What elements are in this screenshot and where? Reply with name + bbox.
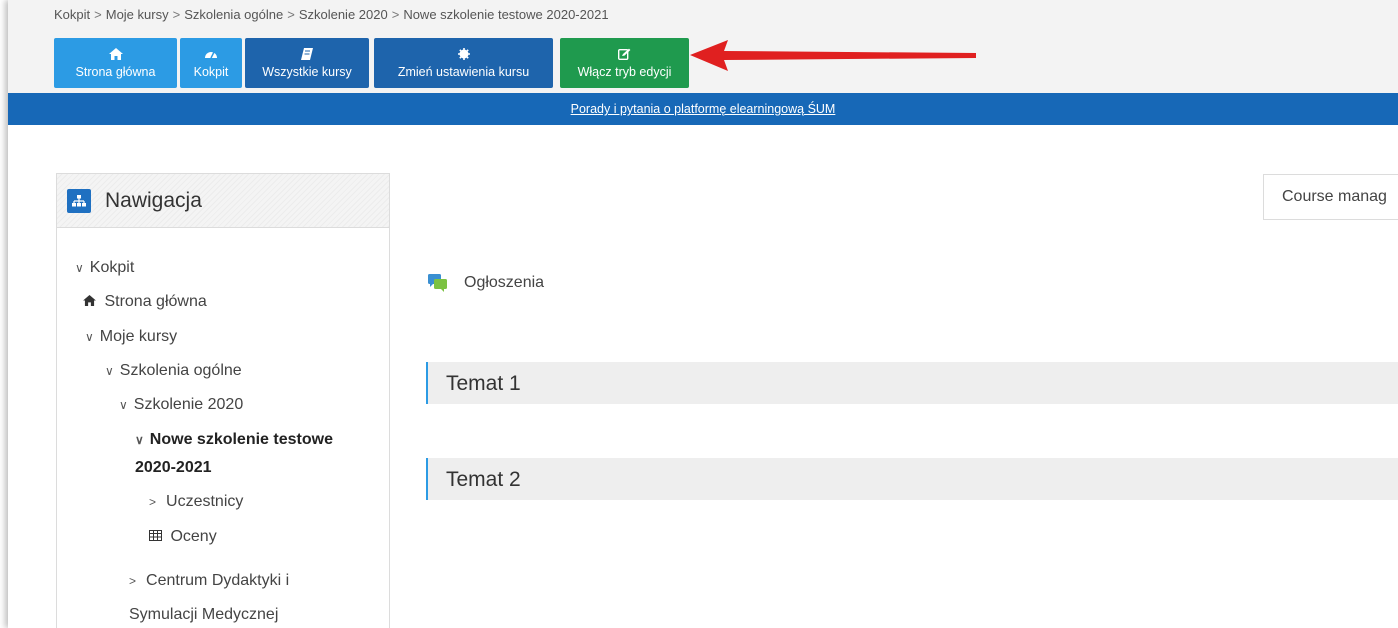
book-icon (301, 48, 313, 60)
section-topic-2: Temat 2 (426, 458, 1398, 500)
breadcrumb-item[interactable]: Nowe szkolenie testowe 2020-2021 (403, 8, 608, 22)
nav-item-label: 2020-2021 (135, 459, 212, 476)
announcements-label: Ogłoszenia (464, 274, 545, 291)
dashboard-button[interactable]: Kokpit (180, 38, 242, 88)
nav-item-label: Uczestnicy (166, 493, 244, 510)
navigation-header: Nawigacja (57, 174, 389, 228)
course-settings-button[interactable]: Zmień ustawienia kursu (374, 38, 553, 88)
nav-item-my-courses[interactable]: ∨ Moje kursy (85, 327, 177, 347)
banner-link[interactable]: Porady i pytania o platformę elearningow… (571, 102, 836, 116)
section-topic-1: Temat 1 (426, 362, 1398, 404)
home-icon (108, 48, 123, 60)
nav-item-training-2020[interactable]: ∨ Szkolenie 2020 (119, 395, 243, 415)
nav-item-label: Kokpit (89, 259, 135, 276)
breadcrumb-item[interactable]: Szkolenia ogólne (184, 8, 283, 22)
home-icon (83, 293, 100, 310)
section-title: Temat 1 (446, 372, 521, 395)
dashboard-button-label: Kokpit (193, 65, 229, 79)
nav-item-didactics-center[interactable]: > Centrum Dydaktyki i (129, 571, 289, 591)
top-bar: Kokpit > Moje kursy > Szkolenia ogólne > Szkol… (8, 0, 1398, 93)
nav-item-grades[interactable]: Oceny (149, 527, 217, 547)
nav-item-label: Strona główna (104, 293, 207, 310)
edit-mode-button[interactable]: Włącz tryb edycji (560, 38, 689, 88)
sitemap-icon (67, 188, 91, 213)
nav-item-participants[interactable]: > Uczestnicy (149, 492, 243, 512)
edit-mode-button-label: Włącz tryb edycji (577, 65, 672, 79)
nav-item-home[interactable]: Strona główna (83, 292, 207, 312)
red-arrow-annotation (690, 40, 976, 71)
home-button[interactable]: Strona główna (54, 38, 177, 88)
navigation-block: Nawigacja ∨ Kokpit Strona główna ∨ Moje ku… (56, 173, 390, 628)
chevron-down-icon: ∨ (75, 261, 84, 275)
gear-icon (457, 48, 470, 60)
nav-item-label: Szkolenia ogólne (119, 362, 242, 379)
chevron-right-icon: > (149, 495, 157, 509)
all-courses-button-label: Wszystkie kursy (262, 65, 352, 79)
page-frame: Kokpit > Moje kursy > Szkolenia ogólne > Szkol… (8, 0, 1398, 628)
nav-item-label: Oceny (170, 528, 217, 545)
home-button-label: Strona główna (75, 65, 156, 79)
chevron-down-icon: ∨ (119, 398, 128, 412)
breadcrumb-item[interactable]: Moje kursy (106, 8, 169, 22)
nav-item-current-course[interactable]: ∨ Nowe szkolenie testowe (135, 430, 333, 450)
table-icon (149, 528, 166, 545)
info-banner: Porady i pytania o platformę elearningow… (8, 93, 1398, 125)
chevron-down-icon: ∨ (85, 330, 94, 344)
breadcrumb-item[interactable]: Szkolenie 2020 (299, 8, 388, 22)
breadcrumb-item[interactable]: Kokpit (54, 8, 90, 22)
chevron-down-icon: ∨ (105, 364, 114, 378)
forum-icon (428, 274, 447, 292)
chevron-right-icon: > (129, 574, 137, 588)
section-title: Temat 2 (446, 468, 521, 491)
nav-item-general-trainings[interactable]: ∨ Szkolenia ogólne (105, 361, 242, 381)
dashboard-icon (205, 51, 217, 59)
all-courses-button[interactable]: Wszystkie kursy (245, 38, 369, 88)
nav-item-label: Moje kursy (99, 328, 178, 345)
announcements-link[interactable]: Ogłoszenia (428, 274, 544, 292)
nav-item-current-course-year[interactable]: 2020-2021 (135, 458, 212, 478)
navigation-title: Nawigacja (105, 188, 202, 212)
nav-item-label: Centrum Dydaktyki i (146, 572, 290, 589)
course-management-button[interactable]: Course manag (1263, 174, 1398, 220)
course-settings-button-label: Zmień ustawienia kursu (397, 65, 530, 79)
nav-item-dashboard[interactable]: ∨ Kokpit (75, 258, 134, 278)
chevron-down-icon: ∨ (135, 433, 144, 447)
nav-item-didactics-center-cont[interactable]: Symulacji Medycznej (129, 605, 278, 625)
nav-item-label: Szkolenie 2020 (133, 396, 244, 413)
nav-item-label: Nowe szkolenie testowe (149, 431, 333, 448)
nav-item-label: Symulacji Medycznej (129, 606, 279, 623)
edit-icon (618, 48, 631, 60)
breadcrumb: Kokpit > Moje kursy > Szkolenia ogólne > Szkol… (54, 8, 609, 22)
